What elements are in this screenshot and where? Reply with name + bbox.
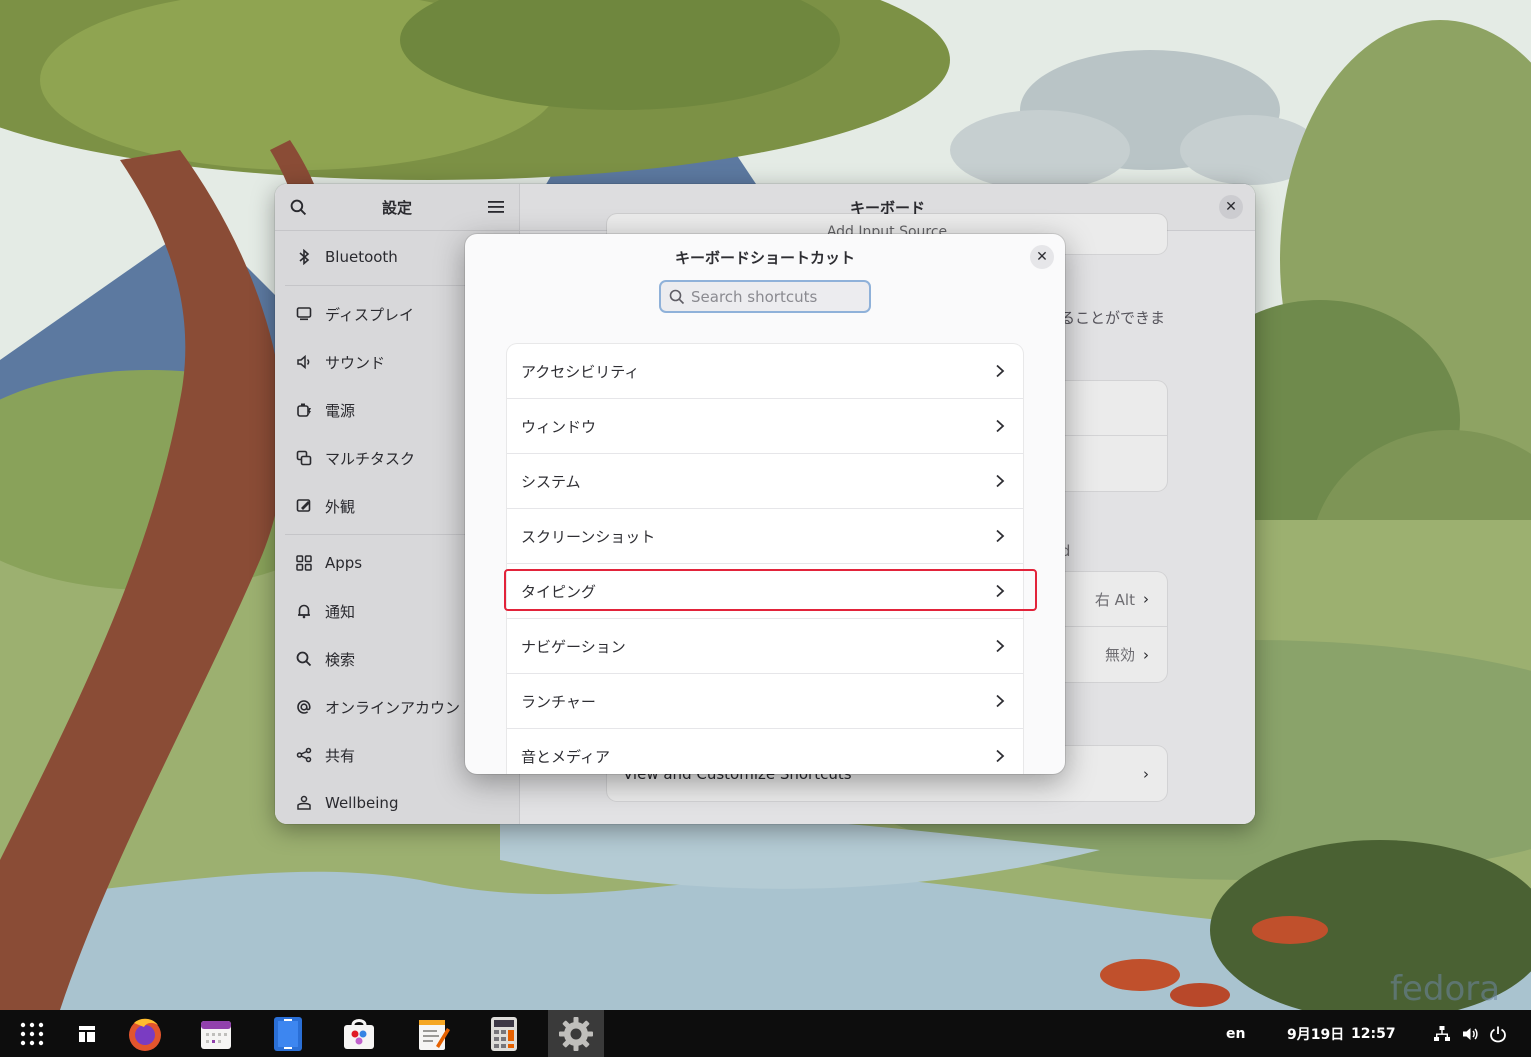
input-language-indicator[interactable]: en (1226, 1010, 1245, 1057)
workspaces-icon[interactable] (72, 1010, 102, 1057)
clock-time[interactable]: 12:57 (1351, 1010, 1396, 1057)
chevron-right-icon (996, 529, 1005, 543)
calculator-icon[interactable] (482, 1010, 526, 1057)
chevron-right-icon (996, 639, 1005, 653)
chevron-right-icon (996, 364, 1005, 378)
category-navigation[interactable]: ナビゲーション (507, 619, 1023, 674)
power-icon[interactable] (1487, 1010, 1509, 1057)
chevron-right-icon (996, 749, 1005, 763)
calendar-icon[interactable] (194, 1010, 238, 1057)
category-windows[interactable]: ウィンドウ (507, 399, 1023, 454)
category-sound-and-media[interactable]: 音とメディア (507, 729, 1023, 774)
app-grid-icon[interactable] (14, 1010, 50, 1057)
chevron-right-icon (996, 694, 1005, 708)
search-shortcuts-field[interactable] (659, 280, 871, 313)
software-icon[interactable] (336, 1010, 382, 1057)
settings-gear-icon[interactable] (548, 1010, 604, 1057)
chevron-right-icon (996, 584, 1005, 598)
category-typing[interactable]: タイピング (507, 564, 1023, 619)
search-icon (669, 289, 685, 304)
chevron-right-icon (996, 474, 1005, 488)
category-launchers[interactable]: ランチャー (507, 674, 1023, 729)
fedora-watermark: fedora (1390, 969, 1500, 1009)
category-label: アクセシビリティ (521, 362, 640, 381)
category-label: ウィンドウ (521, 417, 597, 436)
firefox-icon[interactable] (122, 1010, 168, 1057)
category-screenshots[interactable]: スクリーンショット (507, 509, 1023, 564)
category-system[interactable]: システム (507, 454, 1023, 509)
taskbar: en 9月19日 12:57 (0, 1010, 1531, 1057)
category-label: 音とメディア (521, 747, 610, 766)
document-viewer-icon[interactable] (266, 1010, 310, 1057)
dialog-title: キーボードショートカット (674, 249, 855, 267)
chevron-right-icon (996, 419, 1005, 433)
search-shortcuts-input[interactable] (691, 287, 861, 306)
clock-date[interactable]: 9月19日 (1287, 1010, 1344, 1057)
category-label: システム (521, 472, 581, 491)
category-label: ナビゲーション (521, 637, 626, 656)
volume-icon[interactable] (1459, 1010, 1481, 1057)
close-icon[interactable]: ✕ (1030, 245, 1054, 269)
category-label: タイピング (521, 582, 597, 601)
category-label: スクリーンショット (521, 527, 656, 546)
keyboard-shortcuts-dialog: キーボードショートカット ✕ アクセシビリティ ウィンドウ システム スクリーン… (465, 234, 1065, 774)
category-accessibility[interactable]: アクセシビリティ (507, 344, 1023, 399)
category-label: ランチャー (521, 692, 596, 711)
shortcut-category-list: アクセシビリティ ウィンドウ システム スクリーンショット タイピング ナビゲー… (507, 344, 1023, 774)
network-icon[interactable] (1431, 1010, 1453, 1057)
text-editor-icon[interactable] (410, 1010, 456, 1057)
